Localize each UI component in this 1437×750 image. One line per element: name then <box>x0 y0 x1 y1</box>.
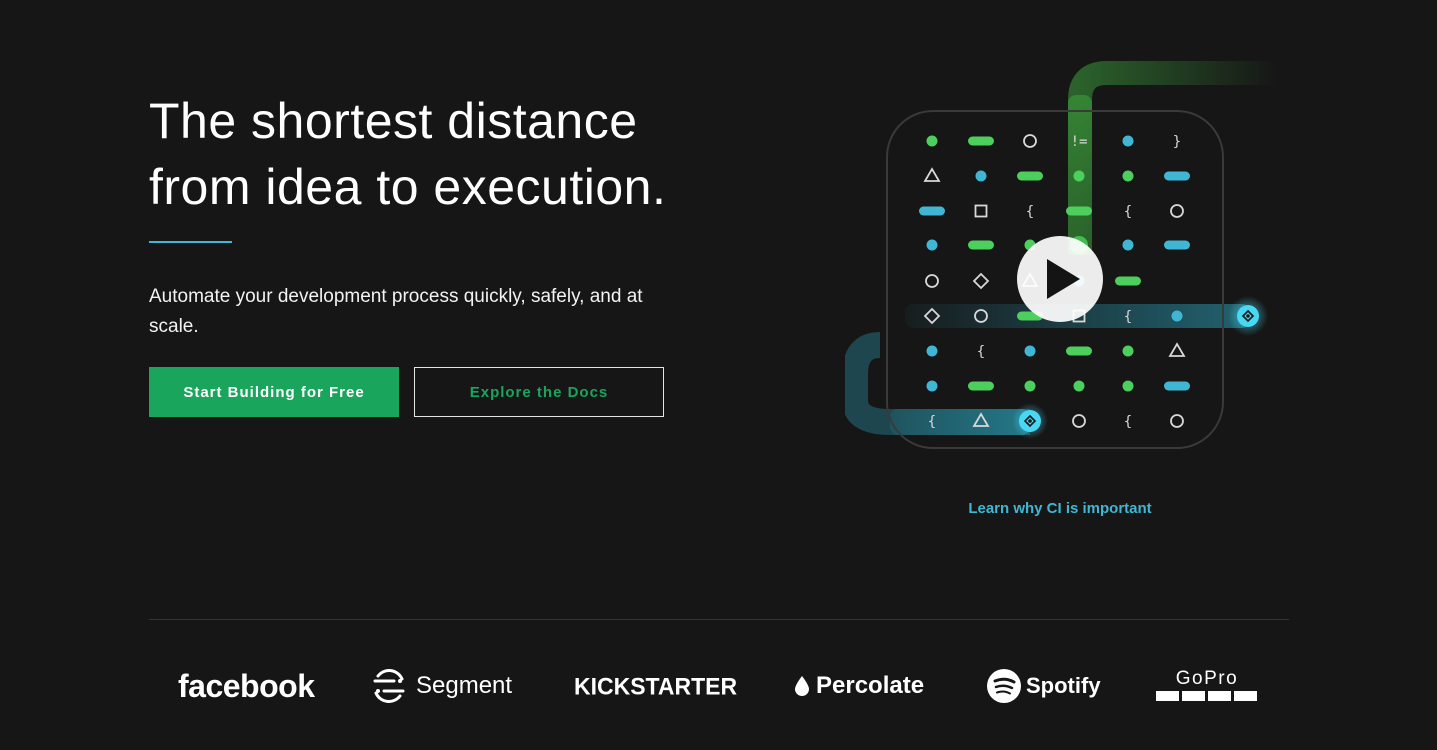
svg-text:{: { <box>928 414 936 430</box>
svg-text:!=: != <box>1071 134 1088 150</box>
drop-icon <box>795 676 809 696</box>
hero-title: The shortest distance from idea to execu… <box>149 88 789 220</box>
svg-text:{: { <box>1124 204 1132 220</box>
explore-docs-button[interactable]: Explore the Docs <box>414 367 664 417</box>
segment-icon <box>373 669 405 703</box>
percolate-logo: Percolate <box>794 664 924 708</box>
segment-logo: Segment <box>372 664 512 708</box>
svg-text:{: { <box>1026 204 1034 220</box>
pipeline-illustration: !=} { { { { { { <box>845 61 1277 449</box>
facebook-logo: facebook <box>178 667 315 704</box>
hero-title-line-1: The shortest distance <box>149 93 638 149</box>
learn-why-ci-link[interactable]: Learn why CI is important <box>940 500 1180 517</box>
start-building-button[interactable]: Start Building for Free <box>149 367 399 417</box>
svg-text:{: { <box>977 344 985 360</box>
logos-divider <box>149 619 1289 620</box>
svg-text:}: } <box>1173 134 1181 150</box>
gopro-blocks-icon <box>1156 691 1257 701</box>
spotify-icon <box>987 669 1021 703</box>
hero-title-line-2: from idea to execution. <box>149 159 667 215</box>
video-play-button[interactable] <box>1017 236 1103 322</box>
kickstarter-logo: KICKSTARTER <box>574 671 738 700</box>
title-underline <box>149 241 232 243</box>
hero-subtitle: Automate your development process quickl… <box>149 286 643 337</box>
svg-text:{: { <box>1124 414 1132 430</box>
gopro-logo: GoPro <box>1156 664 1258 708</box>
svg-text:{: { <box>1124 309 1132 325</box>
spotify-logo: Spotify <box>987 664 1101 708</box>
